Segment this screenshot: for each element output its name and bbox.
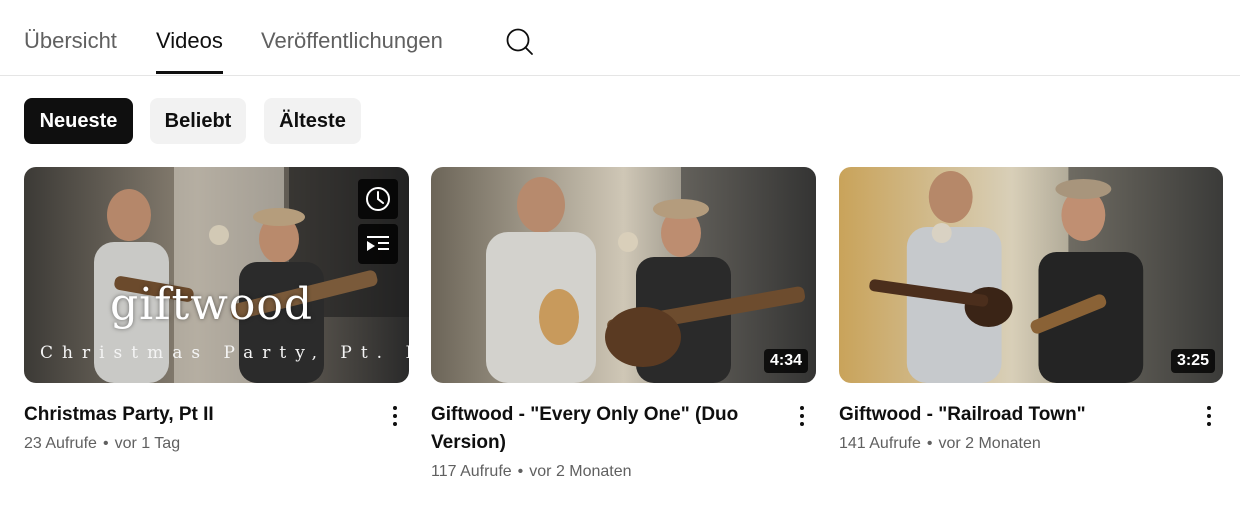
chip-oldest[interactable]: Älteste [264, 98, 361, 144]
video-title[interactable]: Giftwood - "Railroad Town" [839, 401, 1183, 429]
dot-icon [1207, 414, 1211, 418]
video-meta: Christmas Party, Pt II 23 Aufrufe • vor 1 … [24, 401, 409, 455]
dot-icon [800, 414, 804, 418]
upload-age: vor 2 Monaten [938, 435, 1041, 452]
more-actions-button[interactable] [383, 401, 407, 431]
dot-icon [393, 406, 397, 410]
video-card: giftwood Christmas Party, Pt. II Christm… [24, 167, 409, 455]
view-count: 117 Aufrufe [431, 463, 512, 480]
video-thumbnail[interactable]: giftwood Christmas Party, Pt. II [24, 167, 409, 383]
video-stats: 23 Aufrufe • vor 1 Tag [24, 433, 369, 455]
chip-popular[interactable]: Beliebt [150, 98, 246, 144]
more-actions-button[interactable] [790, 401, 814, 431]
duration-badge: 3:25 [1170, 349, 1215, 373]
video-title[interactable]: Giftwood - "Every Only One" (Duo Version… [431, 401, 776, 457]
thumbnail-logo-text: giftwood [110, 279, 314, 330]
upload-age: vor 2 Monaten [529, 463, 632, 480]
video-meta: Giftwood - "Every Only One" (Duo Version… [431, 401, 816, 483]
dot-icon [1207, 406, 1211, 410]
video-title[interactable]: Christmas Party, Pt II [24, 401, 369, 429]
tab-releases[interactable]: Veröffentlichungen [261, 28, 443, 76]
view-count: 141 Aufrufe [839, 435, 921, 452]
video-card: 4:34 Giftwood - "Every Only One" (Duo Ve… [431, 167, 816, 483]
add-to-queue-button[interactable] [358, 224, 398, 264]
thumbnail-subtitle-text: Christmas Party, Pt. II [40, 343, 409, 363]
tab-overview[interactable]: Übersicht [24, 28, 117, 76]
more-actions-button[interactable] [1197, 401, 1221, 431]
thumbnail-image [431, 167, 816, 383]
video-thumbnail[interactable]: 4:34 [431, 167, 816, 383]
dot-icon [1207, 422, 1211, 426]
video-stats: 141 Aufrufe • vor 2 Monaten [839, 433, 1183, 455]
view-count: 23 Aufrufe [24, 435, 97, 452]
dot-icon [393, 414, 397, 418]
upload-age: vor 1 Tag [114, 435, 181, 452]
separator-dot: • [926, 435, 933, 452]
tab-videos[interactable]: Videos [156, 28, 223, 76]
add-to-queue-icon [367, 236, 389, 251]
watch-later-button[interactable] [358, 179, 398, 219]
video-thumbnail[interactable]: 3:25 [839, 167, 1223, 383]
dot-icon [393, 422, 397, 426]
video-meta: Giftwood - "Railroad Town" 141 Aufrufe • v… [839, 401, 1223, 455]
clock-icon [366, 187, 390, 211]
separator-dot: • [517, 463, 524, 480]
video-stats: 117 Aufrufe • vor 2 Monaten [431, 461, 776, 483]
video-card: 3:25 Giftwood - "Railroad Town" 141 Aufr… [839, 167, 1223, 455]
dot-icon [800, 406, 804, 410]
search-icon [506, 28, 533, 55]
dot-icon [800, 422, 804, 426]
thumbnail-image [839, 167, 1223, 383]
channel-tabs: Übersicht Videos Veröffentlichungen [0, 0, 1240, 76]
duration-badge: 4:34 [763, 349, 808, 373]
chip-newest[interactable]: Neueste [24, 98, 133, 144]
search-button[interactable] [500, 22, 538, 60]
separator-dot: • [102, 435, 109, 452]
